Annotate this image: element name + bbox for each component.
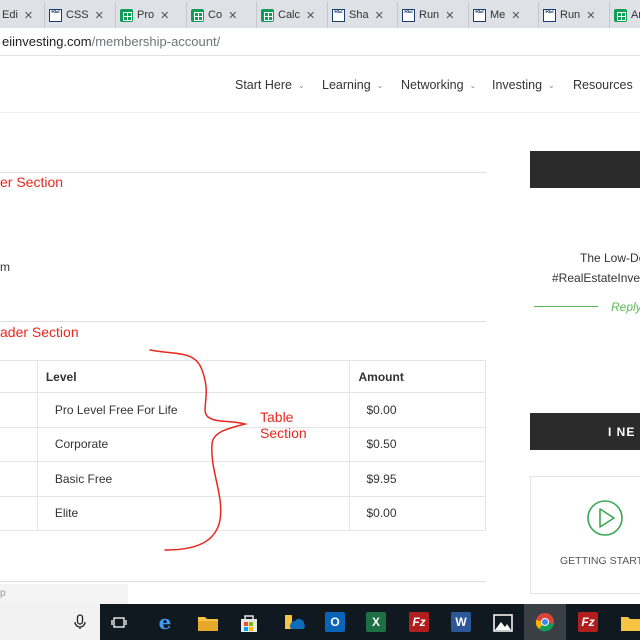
close-icon[interactable]: ✕ [24, 9, 33, 22]
address-host: eiinvesting.com [2, 34, 92, 49]
rei-icon: REI [543, 8, 556, 22]
close-icon[interactable]: ✕ [586, 9, 595, 22]
sidebar-reply-link[interactable]: Reply [611, 300, 640, 314]
divider [0, 172, 486, 173]
close-icon[interactable]: ✕ [445, 9, 454, 22]
sidebar-divider [534, 306, 598, 307]
rei-icon: REI [49, 8, 62, 22]
nav-label: Start Here [235, 78, 292, 92]
tab-label: Ar [631, 9, 640, 21]
address-bar[interactable]: eiinvesting.com/membership-account/ [0, 28, 640, 56]
browser-tab[interactable]: REI Run ✕ [538, 2, 606, 28]
table-header [0, 360, 38, 393]
site-nav: Start Here ⌄ Learning ⌄ Networking ⌄ Inv… [0, 56, 640, 113]
divider [0, 321, 486, 322]
close-icon[interactable]: ✕ [95, 9, 104, 22]
annotation-subheader-section: ader Section [0, 324, 79, 340]
browser-tab[interactable]: REI Run ✕ [397, 2, 465, 28]
browser-tab[interactable]: Pro ✕ [115, 2, 183, 28]
browser-tab[interactable]: Co ✕ [186, 2, 254, 28]
browser-tab[interactable]: Ar [609, 2, 640, 28]
sidebar-post-hashtag: #RealEstateInve [552, 271, 640, 285]
store-icon[interactable] [239, 613, 259, 633]
nav-item-resources[interactable]: Resources ⌄ [573, 78, 640, 92]
tab-label: Pro [137, 9, 155, 21]
chevron-down-icon: ⌄ [376, 80, 384, 90]
close-icon[interactable]: ✕ [160, 9, 169, 22]
word-icon[interactable]: W [451, 612, 471, 632]
outlook-icon[interactable]: O [325, 612, 345, 632]
amount-cell: $9.95 [348, 461, 486, 497]
play-icon[interactable] [586, 499, 624, 537]
chevron-down-icon: ⌄ [469, 80, 477, 90]
browser-tab[interactable]: REI Sha ✕ [327, 2, 395, 28]
nav-item-learning[interactable]: Learning ⌄ [322, 78, 383, 92]
tab-label: Run [560, 9, 581, 21]
tab-label: CSS [66, 9, 89, 21]
close-icon[interactable]: ✕ [375, 9, 384, 22]
chrome-icon[interactable] [535, 612, 555, 632]
onedrive-icon[interactable] [283, 613, 305, 633]
nav-item-start-here[interactable]: Start Here ⌄ [235, 78, 305, 92]
browser-tab[interactable]: REI Me ✕ [468, 2, 536, 28]
browser-tab[interactable]: Calc ✕ [256, 2, 324, 28]
table-cell [0, 426, 38, 462]
address-path: /membership-account/ [91, 34, 221, 49]
sidebar-heading-bar [530, 151, 640, 188]
annotation-header-section: er Section [0, 174, 64, 190]
browser-tab[interactable]: REI CSS ✕ [44, 2, 112, 28]
nav-label: Resources [573, 78, 633, 92]
nav-item-investing[interactable]: Investing ⌄ [492, 78, 555, 92]
amount-cell: $0.50 [348, 426, 486, 462]
amount-cell: $0.00 [348, 392, 486, 428]
tab-label: Me [490, 9, 506, 21]
rei-icon: REI [332, 8, 345, 22]
sidebar-post-title: The Low-Do [580, 251, 640, 265]
file-explorer-icon[interactable] [620, 614, 640, 632]
chevron-down-icon: ⌄ [548, 80, 555, 90]
table-cell [0, 392, 38, 428]
tab-label: Edi [2, 9, 18, 21]
table-cell [0, 461, 38, 497]
rei-icon: REI [402, 8, 415, 22]
edge-icon[interactable]: e [155, 610, 175, 634]
brace-annotation [149, 349, 246, 551]
amount-cell: $0.00 [348, 495, 486, 531]
nav-label: Learning [322, 78, 371, 92]
search-input[interactable]: p [0, 584, 128, 604]
tab-label: Run [419, 9, 440, 21]
sheets-icon [191, 8, 204, 22]
tab-label: Sha [349, 9, 369, 21]
annotation-table-section: Table Section [260, 409, 307, 441]
taskbar: e O X Fz W Fz [0, 604, 640, 640]
table-header-amount: Amount [348, 360, 486, 393]
body-text-fragment: m [0, 260, 10, 274]
close-icon[interactable]: ✕ [228, 9, 237, 22]
tab-label: Co [208, 9, 223, 21]
task-view-icon[interactable] [111, 616, 127, 630]
sheets-icon [614, 8, 627, 22]
browser-tab[interactable]: Edi ✕ [0, 2, 40, 28]
microphone-icon[interactable] [74, 614, 86, 630]
sheets-icon [120, 8, 133, 22]
divider [0, 581, 486, 582]
chevron-down-icon: ⌄ [297, 80, 305, 90]
nav-item-networking[interactable]: Networking ⌄ [401, 78, 476, 92]
filezilla-icon[interactable]: Fz [578, 612, 598, 632]
sidebar-heading: I NE [608, 425, 636, 439]
close-icon[interactable]: ✕ [306, 9, 315, 22]
sheets-icon [261, 8, 274, 22]
rei-icon: REI [473, 8, 486, 22]
nav-label: Investing [492, 78, 543, 92]
table-cell [0, 495, 38, 531]
tab-label: Calc [278, 9, 301, 21]
file-explorer-icon[interactable] [197, 614, 219, 632]
sidebar-card-label: GETTING STARTI [560, 555, 640, 567]
browser-tab-strip: Edi ✕ REI CSS ✕ Pro ✕ Co ✕ Calc ✕ REI Sh… [0, 0, 640, 28]
excel-icon[interactable]: X [366, 612, 386, 632]
photos-icon[interactable] [493, 613, 513, 633]
filezilla-icon[interactable]: Fz [409, 612, 429, 632]
nav-label: Networking [401, 78, 464, 92]
close-icon[interactable]: ✕ [511, 9, 520, 22]
